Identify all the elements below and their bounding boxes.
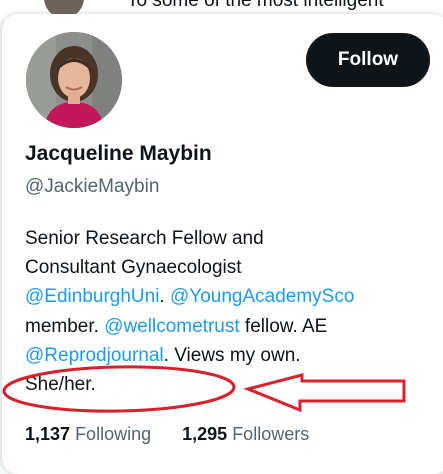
avatar[interactable]: [26, 32, 122, 128]
profile-name[interactable]: Jacqueline Maybin: [25, 142, 212, 166]
bio-text: member.: [25, 315, 99, 337]
bio-text: fellow. AE: [244, 315, 328, 337]
bio-line: @EdinburghUni. @YoungAcademySco: [25, 282, 435, 311]
following-stat[interactable]: 1,137 Following: [25, 424, 151, 445]
profile-stats: 1,137 Following 1,295 Followers: [25, 424, 309, 445]
followers-count: 1,295: [182, 424, 228, 444]
bio-line: Senior Research Fellow and: [25, 228, 264, 249]
follow-button[interactable]: Follow: [306, 33, 430, 87]
followers-stat[interactable]: 1,295 Followers: [182, 424, 309, 445]
bio-text: . Views my own.: [163, 344, 301, 366]
following-count: 1,137: [25, 424, 71, 444]
mention-link-wellcometrust[interactable]: @wellcometrust: [104, 316, 239, 337]
followers-label: Followers: [232, 424, 310, 444]
bio-line: @Reprodjournal. Views my own.: [25, 341, 435, 370]
mention-link-youngacademysco[interactable]: @YoungAcademySco: [170, 286, 354, 307]
mention-link-reprodjournal[interactable]: @Reprodjournal: [25, 345, 164, 366]
background-tweet-text: To some of the most intelligent: [127, 0, 384, 11]
avatar-photo: [26, 32, 122, 128]
bio-line: Consultant Gynaecologist: [25, 257, 242, 279]
bio-line: member. @wellcometrust fellow. AE: [25, 312, 435, 341]
bio-text: .: [159, 286, 165, 308]
profile-bio: Senior Research Fellow and Consultant Gy…: [25, 224, 435, 399]
profile-handle[interactable]: @JackieMaybin: [25, 176, 159, 198]
following-label: Following: [75, 424, 152, 444]
bio-pronouns: She/her.: [25, 374, 96, 396]
mention-link-edinburghuni[interactable]: @EdinburghUni: [25, 286, 159, 307]
